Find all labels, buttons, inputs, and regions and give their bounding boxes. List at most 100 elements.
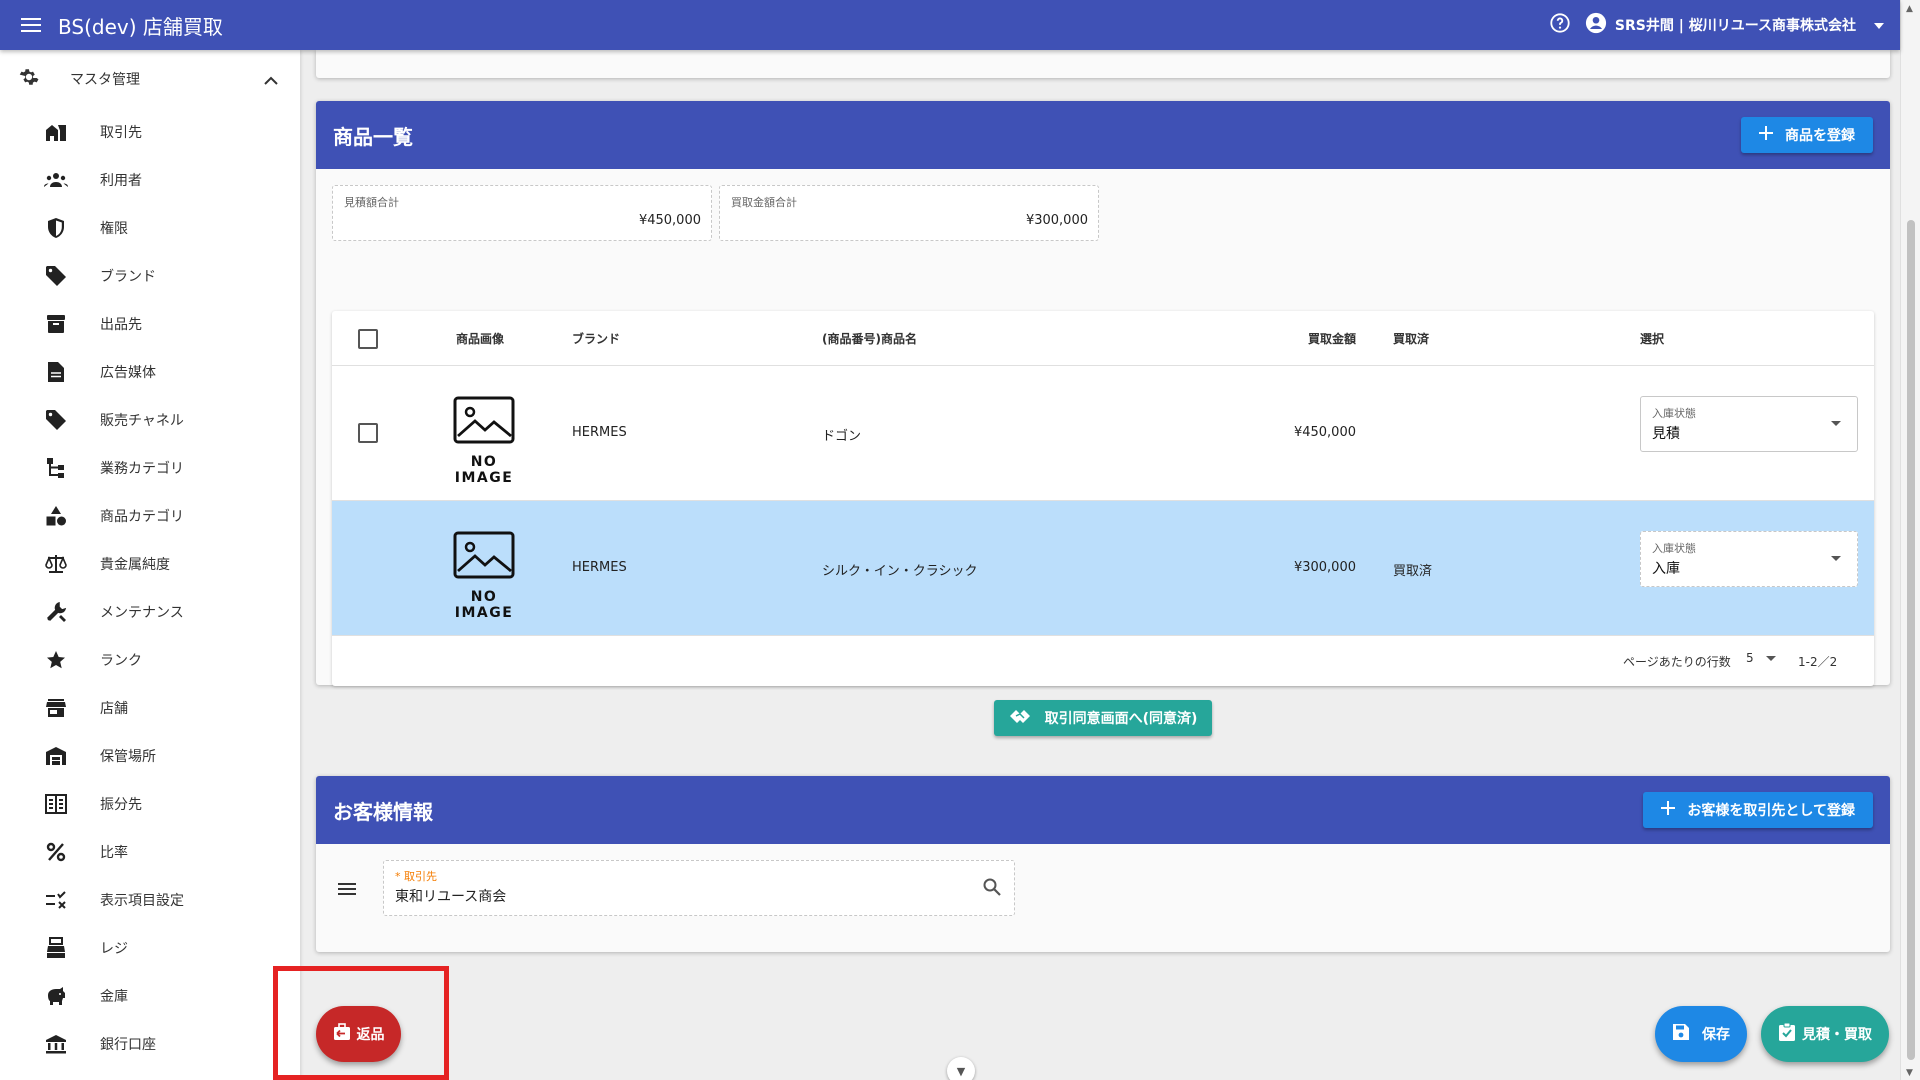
row-amount: ¥450,000: [1293, 425, 1356, 440]
customer-panel: お客様情報 お客様を取引先として登録 * 取引先 東和リユース商会: [316, 776, 1890, 952]
plus-icon: [1759, 126, 1773, 144]
menu-icon[interactable]: [18, 12, 44, 38]
no-image-placeholder: NO IMAGE: [439, 531, 529, 621]
sidebar-item-label: 出品先: [100, 317, 142, 333]
sidebar-item-label: 金庫: [100, 989, 128, 1005]
product-list-panel: 商品一覧 商品を登録 見積額合計 ¥450,000 買取金額合計 ¥300,00…: [316, 101, 1890, 686]
tools-icon: [44, 600, 68, 624]
sidebar-item-label: レジ: [100, 941, 128, 957]
stock-status-select[interactable]: 入庫状態 見積: [1640, 396, 1858, 452]
purchase-total-value: ¥300,000: [1025, 213, 1088, 228]
client-field-label: * 取引先: [395, 868, 437, 884]
client-search-field[interactable]: * 取引先 東和リユース商会: [383, 860, 1015, 916]
row-checkbox[interactable]: [358, 423, 378, 443]
sidebar: マスタ管理 取引先 利用者 権限 ブランド 出品先 広告媒体 販売チャネル 業務…: [0, 50, 300, 1080]
stock-status-select[interactable]: 入庫状態 入庫: [1640, 531, 1858, 587]
sidebar-item-maintenance[interactable]: メンテナンス: [0, 588, 300, 636]
product-table: 商品画像 ブランド (商品番号)商品名 買取金額 買取済 選択 NO IMAGE…: [332, 311, 1874, 686]
sidebar-item-label: 貴金属純度: [100, 557, 170, 573]
save-button[interactable]: 保存: [1655, 1006, 1747, 1062]
sidebar-item-label: 広告媒体: [100, 365, 156, 381]
sidebar-group-label: マスタ管理: [70, 72, 140, 88]
sidebar-item-label: 店舗: [100, 701, 128, 717]
rows-per-page-select[interactable]: 5: [1746, 651, 1776, 665]
scroll-up-arrow-icon[interactable]: ▲: [1906, 4, 1913, 14]
sidebar-item-users[interactable]: 利用者: [0, 156, 300, 204]
customer-title: お客様情報: [333, 799, 433, 824]
estimate-total-label: 見積額合計: [344, 196, 399, 209]
sidebar-item-rank[interactable]: ランク: [0, 636, 300, 684]
no-image-label: NO IMAGE: [454, 454, 514, 486]
highlight-box: [273, 966, 449, 1080]
piggy-bank-icon: [44, 984, 68, 1008]
chevron-up-icon[interactable]: [264, 70, 278, 89]
no-image-label: NO IMAGE: [454, 589, 514, 621]
register-customer-button[interactable]: お客様を取引先として登録: [1643, 792, 1873, 828]
sidebar-item-display-settings[interactable]: 表示項目設定: [0, 876, 300, 924]
sidebar-item-safe[interactable]: 金庫: [0, 972, 300, 1020]
document-icon: [44, 360, 68, 384]
category-icon: [44, 504, 68, 528]
dropdown-arrow-icon: [1831, 556, 1841, 561]
sidebar-item-clients[interactable]: 取引先: [0, 108, 300, 156]
select-all-checkbox[interactable]: [358, 329, 378, 349]
sidebar-item-sales-channel[interactable]: 販売チャネル: [0, 396, 300, 444]
sidebar-item-storage[interactable]: 保管場所: [0, 732, 300, 780]
sidebar-item-business-category[interactable]: 業務カテゴリ: [0, 444, 300, 492]
rows-per-page-value: 5: [1746, 651, 1754, 665]
stock-status-label: 入庫状態: [1652, 407, 1696, 420]
chevron-down-icon[interactable]: [1874, 17, 1884, 33]
sidebar-item-listing[interactable]: 出品先: [0, 300, 300, 348]
client-field-value: 東和リユース商会: [395, 889, 507, 905]
scroll-down-arrow-icon[interactable]: ▼: [1906, 1068, 1913, 1078]
sidebar-item-label: 銀行口座: [100, 1037, 156, 1053]
app-title: BS(dev) 店舗買取: [58, 14, 223, 39]
product-list-title: 商品一覧: [333, 124, 413, 149]
row-name: ドゴン: [822, 429, 862, 444]
user-menu[interactable]: SRS井間 | 桜川リユース商事株式会社: [1585, 12, 1884, 38]
stock-status-label: 入庫状態: [1652, 542, 1696, 555]
row-brand: HERMES: [572, 560, 627, 575]
dropdown-arrow-icon: [1831, 421, 1841, 426]
sidebar-item-bank-account[interactable]: 銀行口座: [0, 1020, 300, 1068]
sidebar-item-ad-media[interactable]: 広告媒体: [0, 348, 300, 396]
sidebar-item-ratio[interactable]: 比率: [0, 828, 300, 876]
sidebar-item-product-category[interactable]: 商品カテゴリ: [0, 492, 300, 540]
stock-status-value: 見積: [1652, 426, 1680, 442]
register-icon: [44, 936, 68, 960]
add-product-label: 商品を登録: [1785, 128, 1855, 144]
rule-icon: [44, 888, 68, 912]
table-row[interactable]: NO IMAGE HERMES シルク・イン・クラシック ¥300,000 買取…: [332, 501, 1874, 636]
sidebar-item-register[interactable]: レジ: [0, 924, 300, 972]
app-bar: BS(dev) 店舗買取 SRS井間 | 桜川リユース商事株式会社: [0, 0, 1900, 50]
scroll-down-icon[interactable]: ▼: [947, 1057, 975, 1080]
sidebar-item-brands[interactable]: ブランド: [0, 252, 300, 300]
dropdown-arrow-icon: [1765, 655, 1776, 661]
ledger-icon: [44, 792, 68, 816]
image-icon: [453, 531, 515, 579]
sidebar-item-label: 利用者: [100, 173, 142, 189]
sidebar-item-metal-purity[interactable]: 貴金属純度: [0, 540, 300, 588]
scrollbar-thumb[interactable]: [1907, 220, 1915, 1060]
client-field-label-text: 取引先: [404, 870, 437, 883]
search-icon[interactable]: [982, 877, 1002, 901]
tag-icon: [44, 408, 68, 432]
estimate-total-value: ¥450,000: [638, 213, 701, 228]
help-icon[interactable]: [1549, 12, 1571, 38]
add-product-button[interactable]: 商品を登録: [1741, 117, 1873, 153]
sidebar-item-label: ランク: [100, 653, 142, 669]
sidebar-group-master[interactable]: マスタ管理: [0, 50, 300, 108]
agreement-screen-button[interactable]: 取引同意画面へ(同意済): [994, 700, 1212, 736]
page-scrollbar[interactable]: ▲ ▼: [1900, 0, 1920, 1080]
sidebar-item-permissions[interactable]: 権限: [0, 204, 300, 252]
sidebar-item-store[interactable]: 店舗: [0, 684, 300, 732]
estimate-purchase-button[interactable]: 見積・買取: [1761, 1006, 1889, 1062]
save-icon: [1672, 1023, 1690, 1045]
sidebar-item-allocation[interactable]: 振分先: [0, 780, 300, 828]
table-row[interactable]: NO IMAGE HERMES ドゴン ¥450,000 入庫状態 見積: [332, 366, 1874, 501]
drag-handle-icon[interactable]: [338, 881, 356, 900]
store-icon: [44, 696, 68, 720]
table-pagination: ページあたりの行数 5 1-2／2: [332, 636, 1874, 686]
register-customer-label: お客様を取引先として登録: [1687, 803, 1855, 819]
column-purchased: 買取済: [1393, 331, 1430, 346]
